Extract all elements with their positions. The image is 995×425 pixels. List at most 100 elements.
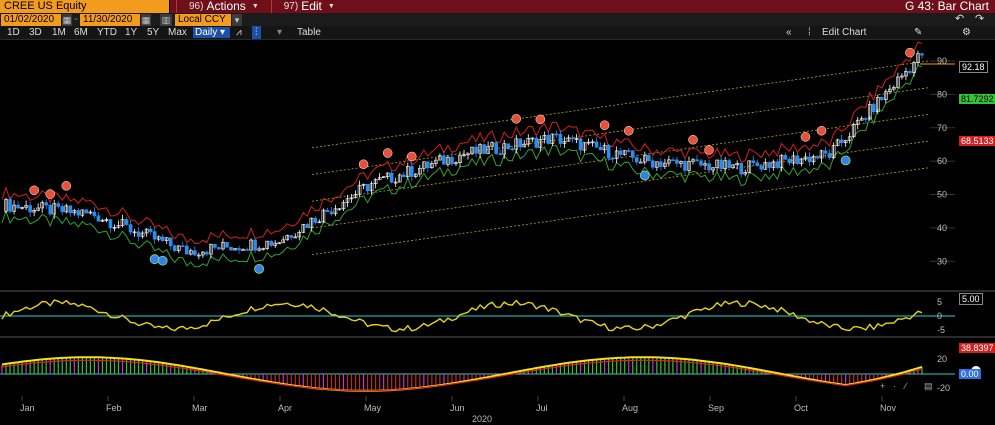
currency-field[interactable]: Local CCY: [175, 14, 231, 26]
range-1m[interactable]: 1M: [52, 26, 66, 39]
candle-body: [783, 154, 788, 160]
candle-body: [482, 144, 486, 154]
caret-down-icon: ▼: [327, 3, 335, 10]
edit-chart-button[interactable]: Edit Chart: [822, 26, 866, 39]
chevron-down-icon[interactable]: ▾: [232, 14, 242, 26]
candle-body: [8, 199, 12, 212]
edit-menu-label: Edit: [301, 0, 322, 13]
candle-body: [795, 155, 800, 165]
buy-signal-marker: [639, 170, 650, 181]
page-title: G 43: Bar Chart: [904, 0, 989, 13]
channel-line: [311, 60, 929, 149]
divider: [270, 0, 272, 13]
edit-chart-icon: ⁞: [808, 27, 811, 38]
actions-menu-label: Actions: [206, 0, 246, 13]
candle-body: [329, 211, 334, 215]
sell-signal-marker: [358, 159, 369, 170]
candle-body: [815, 156, 820, 159]
candle-body: [28, 205, 32, 213]
month-label: Aug: [622, 403, 638, 413]
candle-body: [237, 248, 241, 251]
price-tick-label: 40: [937, 223, 947, 233]
crosshair-icon[interactable]: ·: [893, 381, 896, 391]
candle-body: [751, 160, 756, 163]
candle-body: [618, 150, 623, 155]
sell-signal-marker: [800, 132, 811, 142]
candle-body: [787, 158, 792, 164]
candle-body: [659, 161, 663, 167]
range-3d[interactable]: 3D: [29, 26, 42, 39]
line-chart-icon[interactable]: ⩘: [236, 26, 242, 39]
candle-body: [671, 159, 675, 162]
buy-signal-marker: [254, 263, 265, 274]
month-label: Jan: [20, 403, 35, 413]
end-date-field[interactable]: 11/30/2020: [80, 14, 140, 26]
candle-body: [634, 157, 639, 163]
start-date-field[interactable]: 01/02/2020: [1, 14, 61, 26]
candle-body: [767, 162, 772, 168]
range-ytd[interactable]: YTD: [97, 26, 117, 39]
candle-body: [168, 237, 173, 247]
month-label: Feb: [106, 403, 122, 413]
calendar-icon[interactable]: ▦: [62, 14, 72, 26]
calendar-icon[interactable]: ▦: [141, 14, 151, 26]
candle-body: [474, 146, 478, 154]
candle-body: [96, 215, 101, 222]
candle-body: [554, 133, 559, 136]
caret-down-icon[interactable]: ▾: [277, 26, 282, 39]
candle-body: [313, 217, 318, 223]
range-bar: 1D 3D 1M 6M YTD 1Y 5Y Max Daily ▾ ⩘ ⫶ ▾ …: [0, 26, 995, 40]
candle-body: [245, 249, 249, 251]
candle-body: [719, 159, 723, 169]
price-tick-label: 30: [937, 256, 947, 266]
table-button[interactable]: Table: [297, 26, 321, 39]
command-bar: CREE US Equity 96) Actions ▼ 97) Edit ▼ …: [0, 0, 995, 13]
red-stop-tag: 68.5133: [959, 136, 995, 146]
candle-body: [651, 160, 655, 168]
candle-chart-icon[interactable]: ⫶: [252, 26, 261, 39]
candle-body: [598, 146, 603, 151]
candle-body: [610, 157, 615, 160]
undo-icon[interactable]: ↶: [955, 13, 964, 26]
redo-icon[interactable]: ↷: [975, 13, 984, 26]
candle-body: [68, 205, 73, 214]
oscillator-2-tag: 38.8397: [959, 343, 995, 353]
range-6m[interactable]: 6M: [74, 26, 88, 39]
pencil-icon[interactable]: ✎: [914, 26, 922, 39]
candle-body: [325, 209, 330, 213]
pencil-icon[interactable]: ⁄: [903, 381, 908, 391]
range-5y[interactable]: 5Y: [147, 26, 159, 39]
candle-body: [707, 163, 711, 171]
candle-body: [920, 53, 924, 56]
candle-body: [229, 246, 233, 251]
price-tick-label: 90: [937, 56, 947, 66]
range-1d[interactable]: 1D: [7, 26, 20, 39]
candle-body: [217, 247, 221, 250]
sell-signal-marker: [45, 189, 55, 199]
candle-body: [56, 203, 61, 207]
chart-type-icon[interactable]: ▥: [160, 14, 172, 26]
candle-body: [755, 162, 760, 166]
ticker-field[interactable]: CREE US Equity: [0, 0, 170, 13]
plus-icon[interactable]: +: [880, 381, 885, 391]
oscillator-2-tick-label: -20: [937, 383, 950, 393]
actions-menu[interactable]: 96) Actions ▼: [183, 0, 265, 13]
candle-body: [401, 174, 406, 177]
panel-divider: [0, 290, 995, 292]
candle-body: [647, 155, 651, 162]
gear-icon[interactable]: ⚙: [962, 26, 971, 39]
range-1y[interactable]: 1Y: [125, 26, 137, 39]
double-chevron-left-icon[interactable]: «: [786, 26, 792, 39]
candle-body: [172, 245, 177, 251]
candle-body: [827, 152, 832, 158]
frequency-select[interactable]: Daily ▾: [193, 27, 230, 38]
candle-body: [193, 250, 197, 256]
price-tick-label: 50: [937, 190, 947, 200]
candle-body: [253, 239, 257, 251]
delete-icon[interactable]: ▤: [924, 381, 933, 391]
edit-menu[interactable]: 97) Edit ▼: [278, 0, 341, 13]
price-chart[interactable]: 30405060708090 50-5 20-20 Jan Feb Mar Apr Ma…: [0, 41, 995, 425]
candle-body: [160, 236, 165, 241]
candle-body: [44, 202, 48, 206]
range-max[interactable]: Max: [168, 26, 187, 39]
